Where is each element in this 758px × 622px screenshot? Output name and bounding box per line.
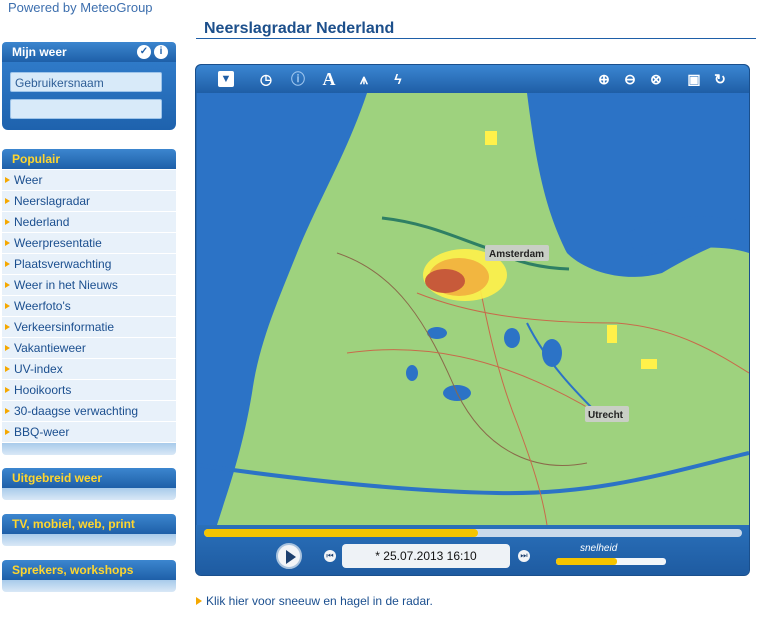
populair-menu: Weer Neerslagradar Nederland Weerpresent… bbox=[2, 170, 176, 443]
zoom-in-icon[interactable]: ⊕ bbox=[594, 69, 614, 89]
brand-text: Powered by MeteoGroup bbox=[8, 0, 153, 15]
section-tv-mobiel[interactable]: TV, mobiel, web, print bbox=[2, 514, 176, 534]
section-label: Sprekers, workshops bbox=[12, 563, 134, 577]
info-icon[interactable]: ⓘ bbox=[288, 69, 308, 89]
check-icon[interactable]: ✓ bbox=[137, 45, 151, 59]
populair-header: Populair bbox=[2, 149, 176, 169]
rain-cell-light bbox=[607, 325, 617, 343]
lake bbox=[542, 339, 562, 367]
map-label-utrecht: Utrecht bbox=[588, 410, 624, 421]
snow-hail-link[interactable]: Klik hier voor sneeuw en hagel in de rad… bbox=[196, 594, 433, 608]
section-footer bbox=[2, 580, 176, 592]
menu-item-30-daagse[interactable]: 30-daagse verwachting bbox=[2, 401, 176, 422]
menu-item-neerslagradar[interactable]: Neerslagradar bbox=[2, 191, 176, 212]
title-divider bbox=[196, 38, 756, 39]
rain-cell-heavy bbox=[425, 269, 465, 293]
menu-item-weer[interactable]: Weer bbox=[2, 170, 176, 191]
zoom-out-icon[interactable]: ⊖ bbox=[620, 69, 640, 89]
step-back-button[interactable]: ⏮ bbox=[324, 550, 336, 562]
section-uitgebreid-weer[interactable]: Uitgebreid weer bbox=[2, 468, 176, 488]
password-field[interactable] bbox=[10, 99, 162, 119]
radar-toolbar: ▼ ◷ ⓘ A ⩚ ϟ ⊕ ⊖ ⊗ ▣ ↻ bbox=[196, 65, 749, 93]
menu-item-hooikoorts[interactable]: Hooikoorts bbox=[2, 380, 176, 401]
datetime-display: * 25.07.2013 16:10 bbox=[342, 544, 510, 568]
mijn-weer-header: Mijn weer ✓ i bbox=[2, 42, 176, 62]
mijn-weer-title: Mijn weer bbox=[12, 45, 67, 59]
clock-icon[interactable]: ◷ bbox=[256, 69, 276, 89]
menu-item-bbq-weer[interactable]: BBQ-weer bbox=[2, 422, 176, 443]
timeline-slider[interactable] bbox=[204, 529, 742, 537]
play-button[interactable] bbox=[276, 543, 302, 569]
lightning-icon[interactable]: ϟ bbox=[388, 69, 408, 89]
zoom-reset-icon[interactable]: ⊗ bbox=[646, 69, 666, 89]
section-sprekers[interactable]: Sprekers, workshops bbox=[2, 560, 176, 580]
step-forward-button[interactable]: ⏭ bbox=[518, 550, 530, 562]
login-panel: Gebruikersnaam bbox=[2, 62, 176, 130]
speed-slider[interactable] bbox=[556, 558, 666, 565]
refresh-icon[interactable]: ↻ bbox=[710, 69, 730, 89]
speed-label: snelheid bbox=[580, 543, 618, 554]
populair-title: Populair bbox=[12, 152, 61, 166]
rain-cell-light bbox=[641, 359, 657, 369]
map-label-amsterdam: Amsterdam bbox=[489, 249, 544, 260]
save-icon[interactable]: ▣ bbox=[684, 69, 704, 89]
username-field[interactable]: Gebruikersnaam bbox=[10, 72, 162, 92]
speed-progress bbox=[556, 558, 617, 565]
menu-item-vakantieweer[interactable]: Vakantieweer bbox=[2, 338, 176, 359]
menu-item-verkeersinformatie[interactable]: Verkeersinformatie bbox=[2, 317, 176, 338]
timeline-progress bbox=[204, 529, 479, 537]
menu-item-weer-in-nieuws[interactable]: Weer in het Nieuws bbox=[2, 275, 176, 296]
section-footer bbox=[2, 534, 176, 546]
radar-map[interactable]: Amsterdam Utrecht bbox=[197, 93, 749, 525]
section-label: Uitgebreid weer bbox=[12, 471, 103, 485]
menu-item-plaatsverwachting[interactable]: Plaatsverwachting bbox=[2, 254, 176, 275]
dropdown-icon[interactable]: ▼ bbox=[218, 71, 234, 87]
menu-item-nederland[interactable]: Nederland bbox=[2, 212, 176, 233]
rain-cell-light bbox=[485, 131, 497, 145]
lake bbox=[406, 365, 418, 381]
road-icon[interactable]: ⩚ bbox=[354, 69, 374, 89]
lake bbox=[504, 328, 520, 348]
menu-footer bbox=[2, 443, 176, 455]
section-footer bbox=[2, 488, 176, 500]
section-label: TV, mobiel, web, print bbox=[12, 517, 135, 531]
info-icon[interactable]: i bbox=[154, 45, 168, 59]
menu-item-uv-index[interactable]: UV-index bbox=[2, 359, 176, 380]
text-icon[interactable]: A bbox=[319, 69, 339, 89]
page-title: Neerslagradar Nederland bbox=[204, 20, 395, 37]
menu-item-weerfotos[interactable]: Weerfoto's bbox=[2, 296, 176, 317]
playback-controls: ⏮ * 25.07.2013 16:10 ⏭ snelheid bbox=[196, 525, 749, 575]
radar-widget: ▼ ◷ ⓘ A ⩚ ϟ ⊕ ⊖ ⊗ ▣ ↻ Amsterdam Utrecht … bbox=[195, 64, 750, 576]
menu-item-weerpresentatie[interactable]: Weerpresentatie bbox=[2, 233, 176, 254]
map-graphic: Amsterdam Utrecht bbox=[197, 93, 749, 525]
